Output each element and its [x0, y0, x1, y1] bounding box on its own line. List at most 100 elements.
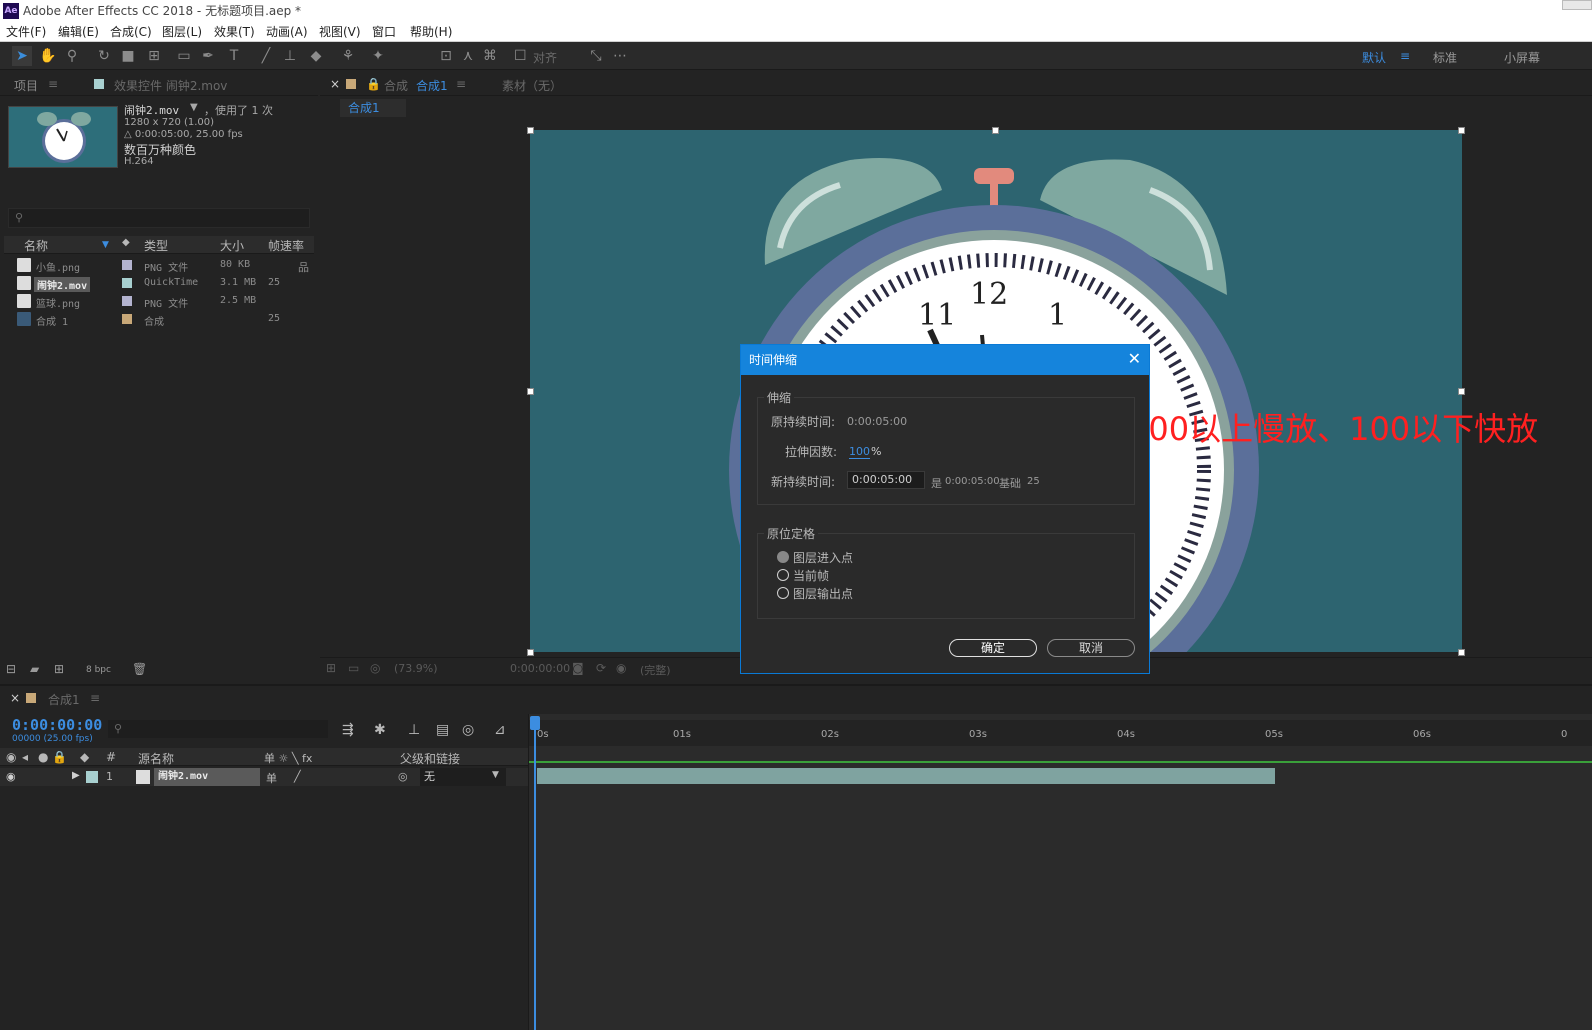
list-item[interactable]: 合成 1 合成 25 — [14, 310, 314, 328]
col-size[interactable]: 大小 — [220, 237, 244, 254]
rotate-tool-icon[interactable]: ↻ — [94, 46, 114, 66]
menu-layer[interactable]: 图层(L) — [162, 22, 202, 42]
expand-arrow-icon[interactable]: ▶ — [72, 770, 80, 781]
new-duration-input[interactable]: 0:00:05:00 — [847, 471, 925, 489]
clone-stamp-tool-icon[interactable]: ⊥ — [280, 46, 300, 66]
menu-file[interactable]: 文件(F) — [6, 22, 46, 42]
resolution-select[interactable]: (完整) — [640, 662, 671, 678]
pickwhip-icon[interactable]: ◎ — [398, 770, 408, 783]
stretch-factor-input[interactable]: 100 — [849, 445, 870, 459]
tab-footage[interactable]: 素材（无） — [502, 77, 562, 94]
menu-edit[interactable]: 编辑(E) — [58, 22, 99, 42]
transform-handle[interactable] — [527, 649, 534, 656]
transform-handle[interactable] — [527, 127, 534, 134]
align-checkbox[interactable]: ☐ — [514, 46, 527, 66]
workspace-standard[interactable]: 标准 — [1433, 49, 1457, 66]
snapshot-icon[interactable]: ◙ — [572, 661, 584, 675]
snap-icon[interactable]: ⤡ — [586, 46, 606, 66]
camera-tool-icon[interactable]: ■ — [118, 46, 138, 66]
list-item[interactable]: 篮球.png PNG 文件 2.5 MB — [14, 292, 314, 310]
work-area-bar[interactable] — [529, 761, 1592, 763]
transform-handle[interactable] — [1458, 388, 1465, 395]
list-item[interactable]: 闹钟2.mov QuickTime 3.1 MB 25 — [14, 274, 314, 292]
workspace-menu-icon[interactable]: ≡ — [1400, 49, 1410, 63]
eye-icon[interactable]: ◉ — [6, 770, 16, 783]
sort-icon[interactable]: ▼ — [102, 240, 109, 250]
menu-help[interactable]: 帮助(H) — [410, 22, 452, 42]
new-composition-icon[interactable]: ⊞ — [54, 662, 64, 676]
tab-project-menu[interactable]: ≡ — [48, 77, 58, 91]
col-fps[interactable]: 帧速率 — [268, 237, 304, 254]
eye-icon[interactable]: ◉ — [6, 750, 16, 764]
col-parent[interactable]: 父级和链接 — [400, 750, 460, 767]
comp-flow-tab[interactable]: 合成1 — [340, 99, 406, 117]
chevron-down-icon[interactable]: ▼ — [492, 770, 499, 780]
roto-brush-tool-icon[interactable]: ⚘ — [338, 46, 358, 66]
color-channel-icon[interactable]: ◉ — [616, 661, 626, 675]
timeline-timecode[interactable]: 0:00:00:00 — [12, 716, 102, 734]
rectangle-tool-icon[interactable]: ▭ — [174, 46, 194, 66]
close-icon[interactable]: × — [10, 691, 20, 705]
transform-handle[interactable] — [527, 388, 534, 395]
timeline-track-area[interactable]: 0s 01s 02s 03s 04s 05s 06s 0 — [528, 714, 1592, 1030]
chevron-down-icon[interactable]: ▼ — [190, 102, 198, 113]
menu-animation[interactable]: 动画(A) — [266, 22, 308, 42]
puppet-pin-tool-icon[interactable]: ✦ — [368, 46, 388, 66]
shy-layers-icon[interactable]: ⊥ — [408, 722, 420, 738]
col-name[interactable]: 名称 — [24, 237, 48, 254]
window-control[interactable] — [1562, 0, 1592, 10]
tab-composition-label[interactable]: 合成 — [384, 77, 408, 94]
radio-layer-out-point[interactable] — [777, 587, 789, 599]
playhead-handle[interactable] — [530, 716, 540, 730]
menu-window[interactable]: 窗口 — [372, 22, 396, 42]
layer-name[interactable]: 闹钟2.mov — [154, 768, 260, 786]
snap-options-icon[interactable]: ⋯ — [610, 46, 630, 66]
menu-effect[interactable]: 效果(T) — [214, 22, 255, 42]
graph-editor-icon[interactable]: ⊿ — [494, 722, 506, 738]
quality-switch-icon[interactable]: ╱ — [294, 770, 301, 783]
label-tag-icon[interactable]: ◆ — [80, 750, 89, 764]
layer-duration-bar[interactable] — [537, 768, 1275, 784]
layer-label-swatch[interactable] — [86, 771, 98, 783]
radio-current-frame[interactable] — [777, 569, 789, 581]
tab-timeline-comp[interactable]: 合成1 — [48, 691, 80, 708]
ok-button[interactable]: 确定 — [949, 639, 1037, 657]
view-axis-icon[interactable]: ⌘ — [480, 46, 500, 66]
tab-project[interactable]: 项目 — [14, 77, 38, 94]
selection-tool-icon[interactable]: ➤ — [12, 46, 32, 66]
tab-timeline-menu[interactable]: ≡ — [90, 691, 100, 705]
label-swatch[interactable] — [122, 296, 132, 306]
always-preview-icon[interactable]: ⊞ — [326, 661, 336, 675]
pan-behind-tool-icon[interactable]: ⊞ — [144, 46, 164, 66]
hand-tool-icon[interactable]: ✋ — [38, 46, 58, 66]
lock-icon[interactable]: 🔒 — [52, 750, 67, 764]
monitor-icon[interactable]: ▭ — [348, 661, 359, 675]
table-row[interactable]: ◉ ▶ 1 闹钟2.mov 单 ╱ ◎ 无 ▼ — [0, 768, 528, 786]
trash-icon[interactable]: 🗑 — [132, 662, 147, 676]
tab-composition-name[interactable]: 合成1 — [416, 77, 448, 94]
zoom-select[interactable]: (73.9%) — [394, 662, 438, 675]
col-source-name[interactable]: 源名称 — [138, 750, 174, 767]
tab-effect-controls[interactable]: 效果控件 闹钟2.mov — [114, 77, 227, 94]
playhead[interactable] — [534, 720, 536, 1030]
label-swatch[interactable] — [122, 314, 132, 324]
eraser-tool-icon[interactable]: ◆ — [306, 46, 326, 66]
workspace-small-screen[interactable]: 小屏幕 — [1504, 49, 1540, 66]
local-axis-icon[interactable]: ⊡ — [436, 46, 456, 66]
timeline-search-input[interactable]: ⚲ — [108, 720, 328, 738]
transform-handle[interactable] — [1458, 649, 1465, 656]
list-item[interactable]: 小鱼.png PNG 文件 80 KB 品 — [14, 256, 314, 274]
transform-handle[interactable] — [992, 127, 999, 134]
transform-handle[interactable] — [1458, 127, 1465, 134]
brush-tool-icon[interactable]: ╱ — [256, 46, 276, 66]
comp-mini-flowchart-icon[interactable]: ⇶ — [342, 722, 354, 738]
pen-tool-icon[interactable]: ✒ — [198, 46, 218, 66]
new-folder-icon[interactable]: ▰ — [30, 662, 39, 676]
menu-view[interactable]: 视图(V) — [319, 22, 361, 42]
col-type[interactable]: 类型 — [144, 237, 168, 254]
current-time[interactable]: 0:00:00:00 — [510, 662, 570, 675]
close-icon[interactable]: ✕ — [1128, 351, 1141, 367]
audio-icon[interactable]: ◂ — [22, 750, 28, 764]
flowchart-icon[interactable]: 品 — [298, 259, 309, 275]
workspace-default[interactable]: 默认 — [1362, 49, 1386, 66]
